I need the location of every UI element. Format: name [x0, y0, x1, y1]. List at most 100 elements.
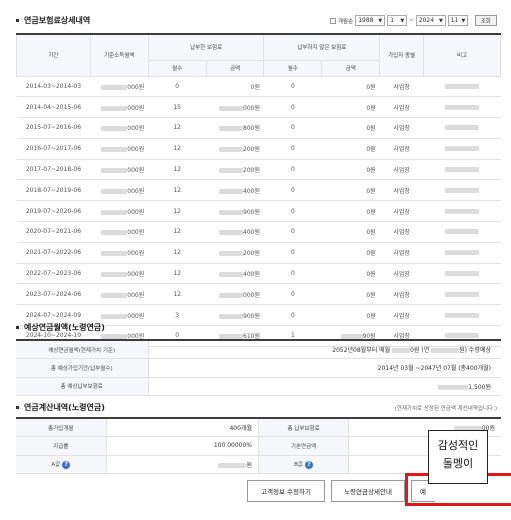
income-cell: 000원	[90, 159, 149, 181]
unpaid-months-cell: 0	[263, 117, 322, 139]
paid-months-cell: 12	[148, 159, 207, 181]
unpaid-amount-cell: 0원	[321, 304, 380, 327]
a-value-value: 원	[106, 455, 259, 474]
redacted-value	[101, 230, 128, 236]
redacted-value	[101, 105, 128, 111]
col-header-base-income: 기준소득월액	[89, 33, 149, 77]
unpaid-amount-cell: 0원	[321, 159, 380, 181]
total-premium-label: 총 납부보험료	[258, 418, 350, 437]
unpaid-amount-cell: 0원	[321, 117, 380, 139]
payment-rate-value: 100.00000%	[106, 436, 259, 456]
remarks-cell	[423, 242, 501, 264]
end-year-select[interactable]: 2024 ▼	[415, 15, 446, 26]
expected-period-label: 총 예상가입기간(납부월수)	[16, 358, 149, 378]
subscriber-type-cell: 사업장	[379, 179, 424, 202]
subscriber-type-cell: 사업장	[379, 221, 424, 243]
redacted-value	[101, 168, 128, 174]
pension-guide-button[interactable]: 노령연금상세안내	[331, 480, 405, 502]
income-cell: 000원	[90, 242, 149, 264]
table-row: 2018-07~2019-06 000원 12 400원 0 0원 사업장	[16, 179, 501, 202]
income-cell: 000원	[90, 200, 149, 223]
unpaid-months-cell: 0	[263, 179, 322, 202]
paid-months-cell: 12	[148, 138, 207, 160]
col-header-unpaid: 납부하지 않은 보험료	[263, 33, 381, 61]
expected-monthly-value: 2052년08월부터 매월 0원 (연 원) 수령예상	[148, 340, 501, 359]
paid-amount-cell: 900원	[206, 200, 264, 223]
income-cell: 000원	[90, 117, 149, 139]
remarks-cell	[423, 96, 501, 119]
period-separator: ~	[409, 17, 414, 24]
paid-amount-cell: 0원	[206, 76, 264, 98]
redacted-value	[219, 313, 243, 319]
period-cell: 2020-07~2021-06	[16, 221, 91, 243]
remarks-cell	[423, 263, 501, 285]
help-icon[interactable]: ?	[304, 460, 313, 469]
bullet-icon	[16, 406, 19, 409]
period-cell: 2022-07~2023-06	[16, 263, 91, 285]
unpaid-months-cell: 0	[263, 283, 322, 306]
remarks-cell	[423, 179, 501, 202]
table-row: 2016-07~2017-06 000원 12 200원 0 0원 사업장	[16, 138, 501, 160]
paid-months-cell: 12	[148, 283, 207, 306]
col-header-paid: 납부한 보험료	[147, 33, 265, 61]
redacted-value	[392, 348, 411, 353]
redacted-value	[101, 272, 128, 278]
premium-detail-table: 기간 기준소득월액 납부한 보험료 납부하지 않은 보험료 가입자 종별 비고 …	[16, 33, 501, 347]
subscriber-type-cell: 사업장	[379, 96, 424, 119]
income-cell: 000원	[90, 179, 149, 202]
paid-amount-cell: 000원	[206, 96, 264, 119]
paid-amount-cell: 200원	[206, 242, 264, 264]
redacted-value	[445, 229, 480, 235]
monthly-order-checkbox[interactable]	[330, 17, 336, 24]
table-row: 2014-04~2015-06 000원 15 000원 0 0원 사업장	[16, 96, 501, 119]
redacted-value	[219, 105, 243, 111]
redacted-value	[101, 251, 128, 257]
redacted-value	[101, 147, 128, 153]
basic-pension-label: 기본연금액	[258, 436, 350, 456]
monthly-order-label: 개월순	[338, 18, 354, 25]
col-header-subscriber-type: 가입자 종별	[379, 33, 425, 77]
edit-customer-info-button[interactable]: 고객정보 수정하기	[247, 480, 325, 502]
search-button[interactable]: 조회	[474, 15, 497, 26]
start-month-select[interactable]: 1 ▼	[387, 15, 408, 26]
unpaid-months-cell: 0	[263, 76, 322, 98]
paid-amount-cell: 400원	[206, 179, 264, 202]
redacted-value	[219, 292, 243, 298]
end-month-select[interactable]: 11 ▼	[447, 15, 468, 26]
table-row: 2023-07~2024-06 000원 12 000원 0 0원 사업장	[16, 283, 501, 306]
period-cell: 2017-07~2018-06	[16, 159, 91, 181]
expected-monthly-label: 예상연금월액(현재가치 기준)	[16, 340, 149, 359]
subscriber-type-cell: 사업장	[379, 304, 424, 327]
redacted-value	[445, 146, 480, 152]
redacted-value	[445, 125, 480, 131]
table-row: 2022-07~2023-06 000원 12 400원 0 0원 사업장	[16, 263, 501, 285]
remarks-cell	[423, 117, 501, 139]
redacted-value	[219, 126, 243, 132]
help-icon[interactable]: ?	[62, 460, 71, 469]
b-value-label: B값?	[258, 455, 350, 474]
paid-months-cell: 12	[148, 200, 207, 223]
remarks-cell	[423, 76, 501, 98]
unpaid-amount-cell: 0원	[321, 242, 380, 264]
unpaid-months-cell: 0	[263, 200, 322, 223]
start-year-select[interactable]: 1988 ▼	[355, 15, 386, 26]
section-title-calc-details: 연금계산내역(노령연금)	[16, 402, 105, 413]
redacted-value	[101, 292, 128, 298]
redacted-value	[218, 462, 247, 468]
unpaid-months-cell: 0	[263, 96, 322, 119]
period-cell: 2016-07~2017-06	[16, 138, 91, 160]
redacted-value	[101, 188, 128, 194]
unpaid-months-cell: 0	[263, 221, 322, 243]
income-cell: 000원	[90, 221, 149, 243]
remarks-cell	[423, 221, 501, 243]
sticker-line-1: 감성적인	[437, 439, 479, 452]
paid-months-cell: 12	[148, 179, 207, 202]
redacted-value	[445, 271, 480, 277]
table-row: 2014-03~2014-03 000원 0 0원 0 0원 사업장	[16, 76, 501, 98]
subscriber-type-cell: 사업장	[379, 76, 424, 98]
paid-months-cell: 3	[148, 304, 207, 327]
remarks-cell	[423, 138, 501, 160]
chevron-down-icon: ▼	[400, 17, 405, 24]
redacted-value	[101, 209, 128, 215]
total-months-label: 총가입개월	[16, 418, 107, 437]
